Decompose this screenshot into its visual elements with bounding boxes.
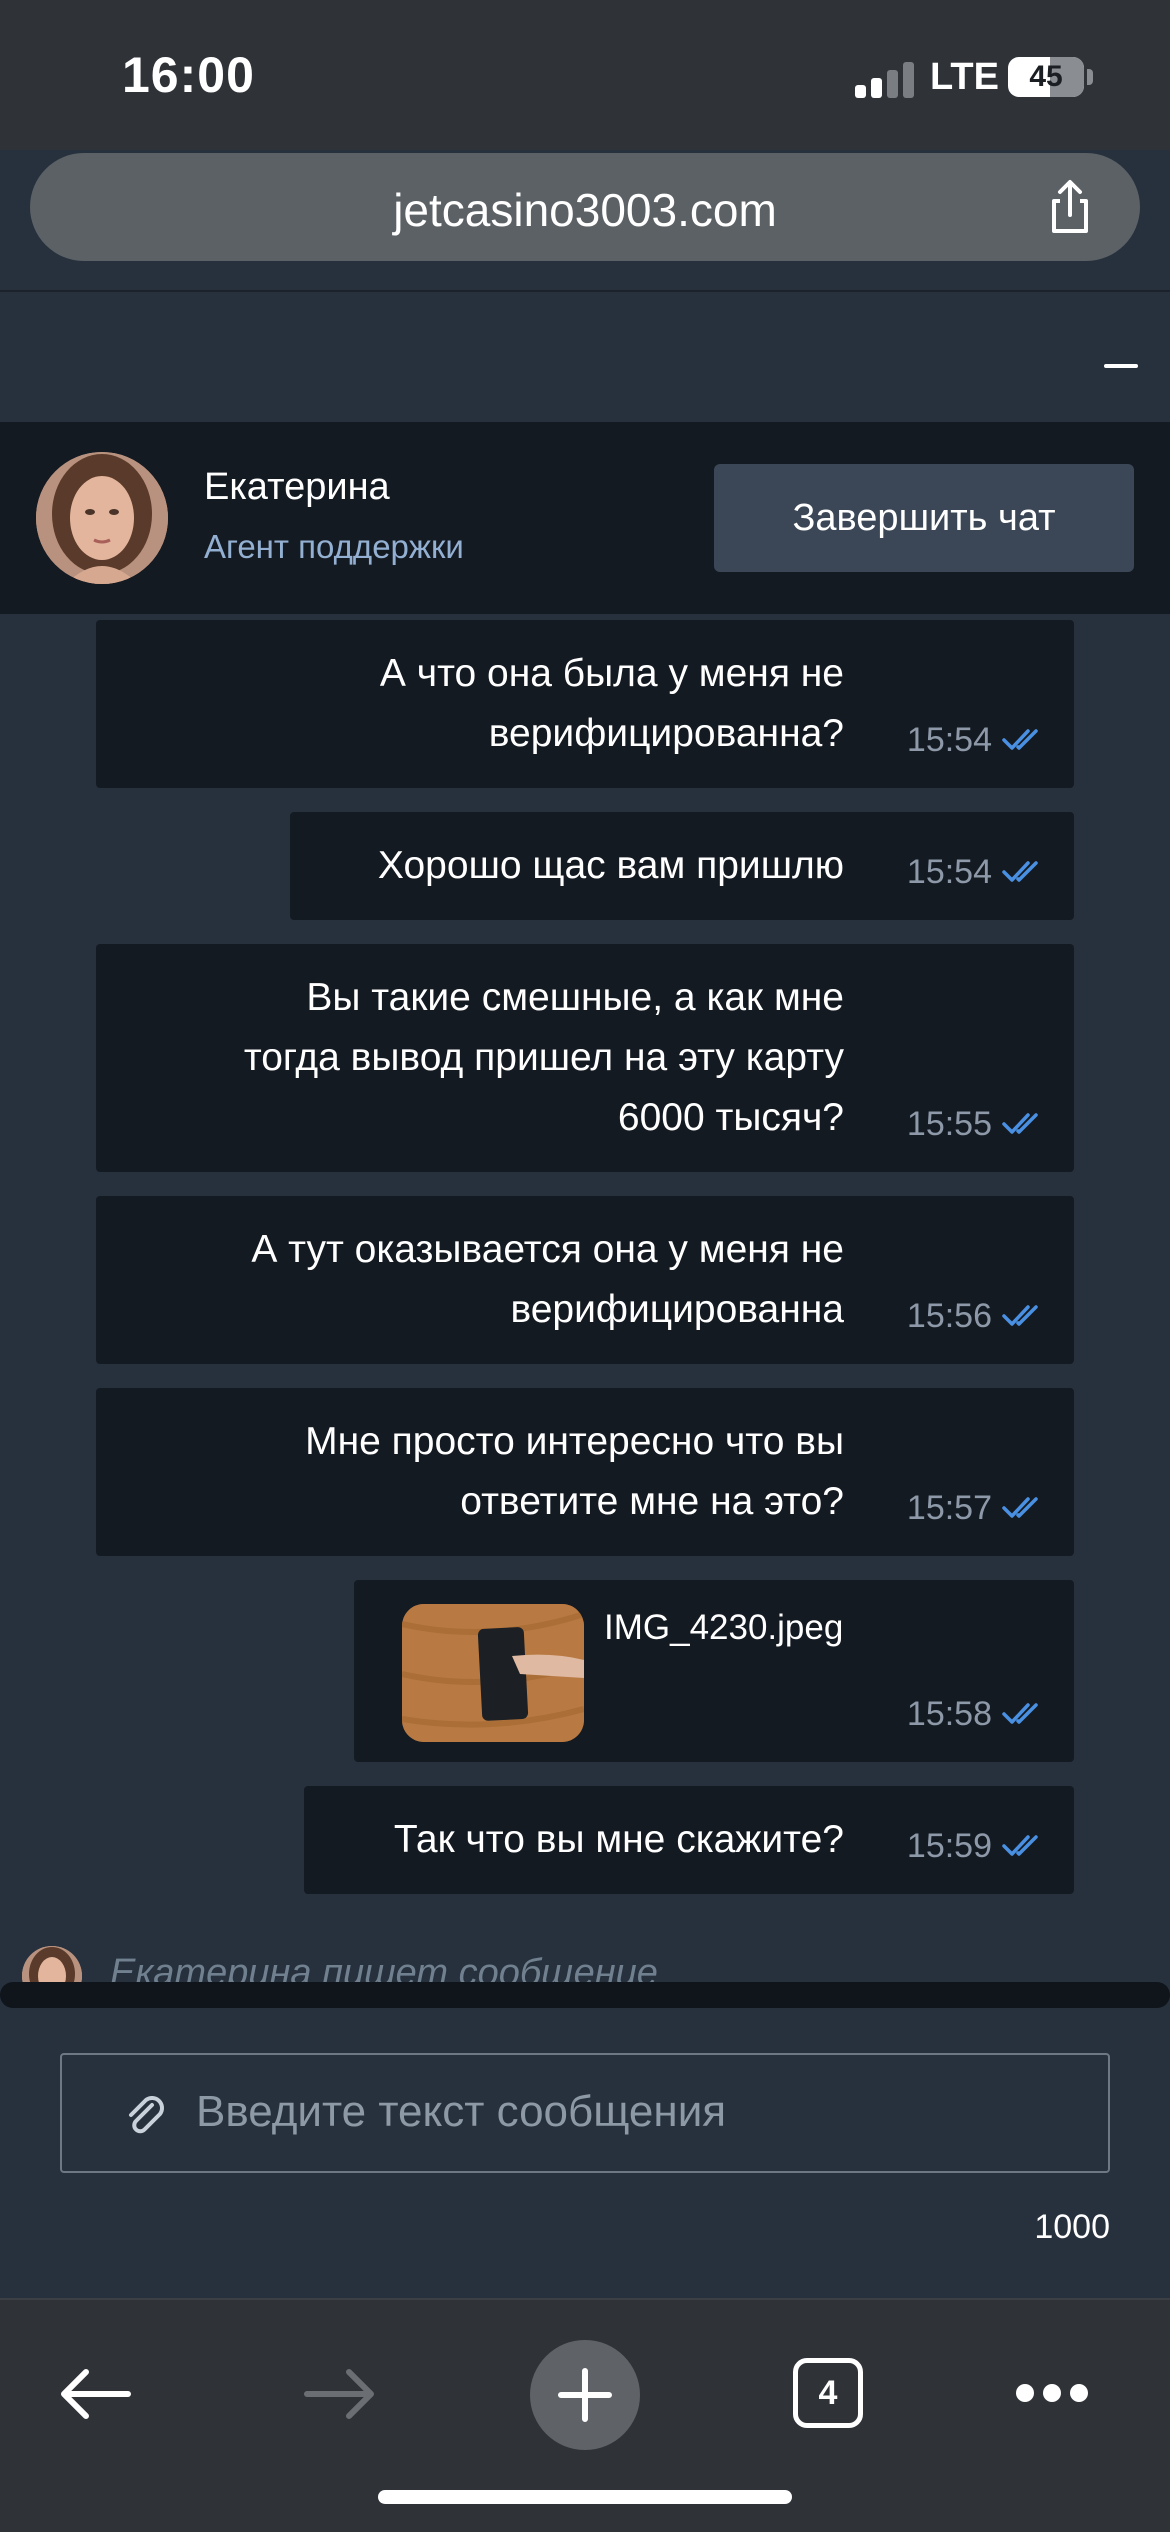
chat-widget-header [0, 292, 1170, 422]
message-composer: Введите текст сообщения 1000 [0, 2008, 1170, 2298]
message-meta: 15:55 [907, 1104, 1048, 1144]
message-bubble: Хорошо щас вам пришлю 15:54 [290, 812, 1074, 920]
message-time: 15:55 [906, 1104, 992, 1143]
agent-avatar [36, 452, 168, 584]
attachment-message[interactable]: IMG_4230.jpeg 15:58 [354, 1580, 1074, 1762]
input-placeholder[interactable]: Введите текст сообщения [196, 2087, 726, 2137]
url-text[interactable]: jetcasino3003.com [30, 183, 1140, 237]
message-meta: 15:56 [907, 1296, 1048, 1336]
message-meta: 15:58 [907, 1694, 1048, 1734]
agent-name: Екатерина [204, 466, 390, 508]
message-bubble: А тут оказывается она у меня не верифици… [96, 1196, 1074, 1364]
message-time: 15:54 [906, 852, 992, 891]
home-indicator[interactable] [378, 2490, 792, 2504]
agent-panel: Екатерина Агент поддержки Завершить чат [0, 422, 1170, 614]
message-time: 15:59 [906, 1826, 992, 1865]
double-check-icon [1002, 729, 1038, 750]
message-bubble: Вы такие смешные, а как мне тогда вывод … [96, 944, 1074, 1172]
double-check-icon [1002, 861, 1038, 882]
message-text: Вы такие смешные, а как мне тогда вывод … [243, 976, 844, 1139]
status-time: 16:00 [122, 47, 255, 103]
forward-arrow-icon[interactable] [303, 2364, 377, 2424]
message-time: 15:54 [906, 720, 992, 759]
scroll-edge [0, 1982, 1170, 2008]
attachment-filename[interactable]: IMG_4230.jpeg [604, 1608, 843, 1648]
double-check-icon [1002, 1835, 1038, 1856]
message-text: А что она была у меня не верифицированна… [379, 652, 844, 755]
end-chat-button[interactable]: Завершить чат [714, 464, 1134, 572]
message-text: Мне просто интересно что вы ответите мне… [305, 1420, 844, 1523]
double-check-icon [1002, 1497, 1038, 1518]
message-meta: 15:54 [907, 852, 1048, 892]
mobile-screen: 16:00 LTE 45 jetcasino3003.com Екатерина… [0, 0, 1170, 2532]
message-bubble: А что она была у меня не верифицированна… [96, 620, 1074, 788]
network-type: LTE [930, 56, 999, 98]
back-arrow-icon[interactable] [58, 2364, 132, 2424]
new-tab-plus-icon [558, 2368, 612, 2422]
status-bar: 16:00 LTE 45 jetcasino3003.com [0, 0, 1170, 261]
message-bubble: Мне просто интересно что вы ответите мне… [96, 1388, 1074, 1556]
message-text: Хорошо щас вам пришлю [377, 844, 844, 887]
char-counter: 1000 [1034, 2208, 1110, 2246]
tabs-icon[interactable]: 4 [793, 2358, 863, 2428]
address-bar[interactable]: jetcasino3003.com [30, 153, 1140, 261]
new-tab-button[interactable] [530, 2340, 640, 2450]
message-meta: 15:54 [907, 720, 1048, 760]
message-time: 15:57 [906, 1488, 992, 1527]
battery-nub [1087, 69, 1093, 85]
double-check-icon [1002, 1113, 1038, 1134]
message-list[interactable]: А что она была у меня не верифицированна… [0, 614, 1170, 1994]
double-check-icon [1002, 1703, 1038, 1724]
message-bubble: Так что вы мне скажите? 15:59 [304, 1786, 1074, 1894]
minimize-icon[interactable] [1104, 364, 1138, 368]
message-text: А тут оказывается она у меня не верифици… [251, 1228, 844, 1331]
battery-icon: 45 [1008, 57, 1084, 97]
more-icon[interactable] [1016, 2384, 1088, 2404]
attachment-thumbnail[interactable] [402, 1604, 584, 1742]
agent-role: Агент поддержки [204, 528, 464, 565]
message-time: 15:58 [906, 1694, 992, 1733]
message-input[interactable]: Введите текст сообщения [60, 2053, 1110, 2173]
message-meta: 15:59 [907, 1826, 1048, 1866]
message-meta: 15:57 [907, 1488, 1048, 1528]
paperclip-icon[interactable] [122, 2091, 170, 2139]
double-check-icon [1002, 1305, 1038, 1326]
share-icon[interactable] [1040, 177, 1100, 237]
battery-level: 45 [1029, 60, 1063, 93]
signal-icon [855, 60, 915, 98]
message-time: 15:56 [906, 1296, 992, 1335]
message-text: Так что вы мне скажите? [393, 1818, 844, 1861]
